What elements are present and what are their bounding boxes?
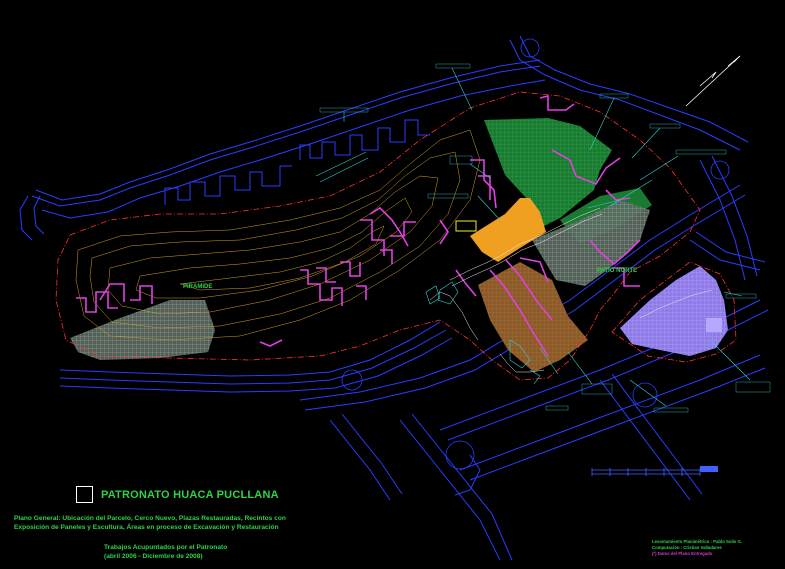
north-arrow-icon [685,55,741,107]
site-plan: PIRAMIDE PATIO NORTE [19,35,771,561]
orange-zone [455,198,546,262]
works-line: Trabajos Acupuntados por el Patronato [104,544,228,551]
map-label-piramide: PIRAMIDE [183,284,212,290]
description-line: Plano General: Ubicación del Parcelo, Ce… [14,515,286,522]
works-line: (abril 2006 - Diciembre de 2008) [104,553,203,560]
drawing-description: Plano General: Ubicación del Parcelo, Ce… [14,514,286,532]
purple-zone [620,266,728,356]
drawing-credits: Levantamiento Planimétrico : Pablo Solis… [652,539,742,557]
scale-bar [591,466,718,476]
pyramid-contours [75,129,481,341]
description-line: Exposición de Paneles y Escultura, Áreas… [14,524,279,531]
drawing-title: PATRONATO HUACA PUCLLANA [101,489,279,501]
works-period: Trabajos Acupuntados por el Patronato (a… [104,543,227,561]
cad-drawing-canvas: PIRAMIDE PATIO NORTE PATRONATO HUACA PUC… [0,0,785,569]
title-block-square [76,486,93,503]
map-label-patio-norte: PATIO NORTE [597,268,637,274]
credits-note: (*) Datos del Plano Entregado [652,551,713,556]
